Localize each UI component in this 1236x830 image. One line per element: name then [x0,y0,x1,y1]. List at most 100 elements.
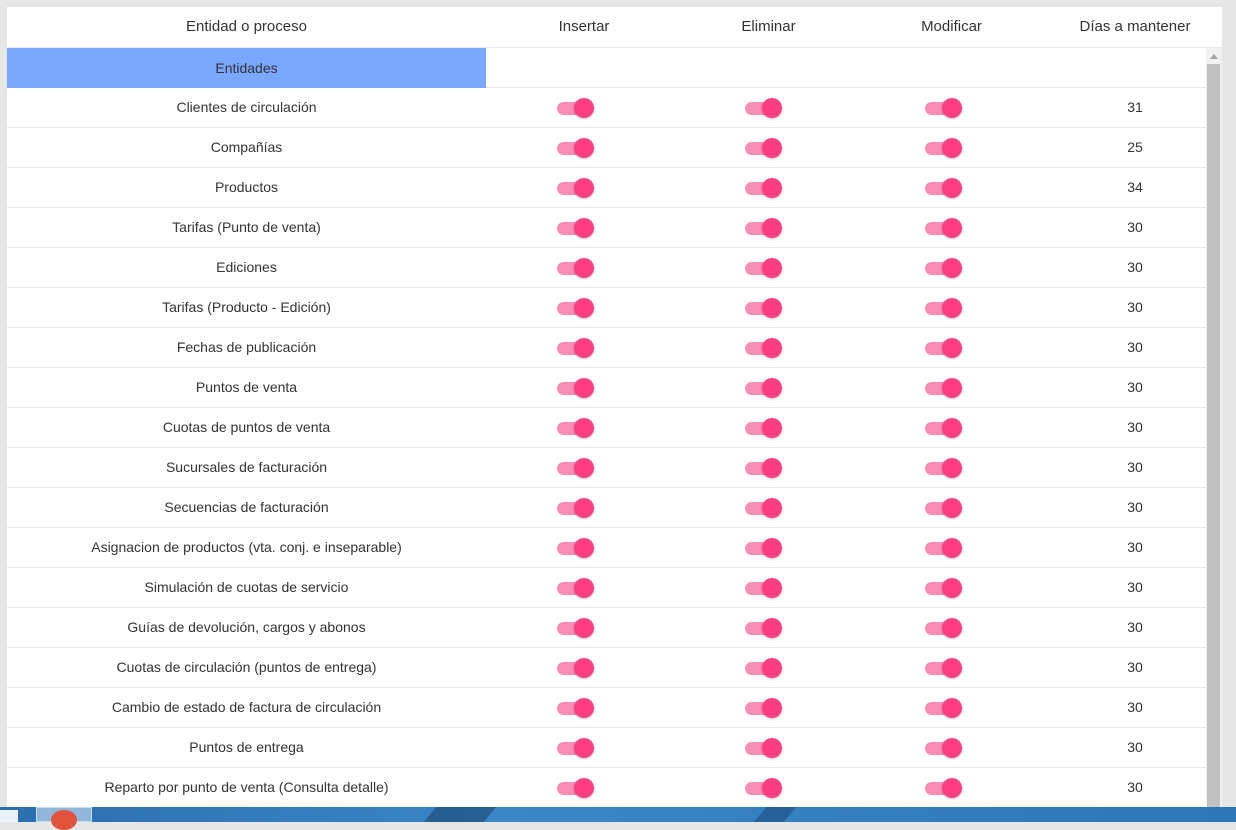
entity-name: Cuotas de puntos de venta [162,419,331,435]
insert-toggle[interactable] [557,456,595,478]
days-value[interactable]: 30 [1048,688,1206,727]
insert-toggle[interactable] [557,296,595,318]
modify-toggle[interactable] [925,736,963,758]
delete-toggle[interactable] [745,496,783,518]
delete-toggle[interactable] [745,96,783,118]
delete-toggle[interactable] [745,256,783,278]
delete-toggle[interactable] [745,296,783,318]
delete-toggle[interactable] [745,416,783,438]
days-value[interactable]: 30 [1048,608,1206,647]
delete-toggle[interactable] [745,696,783,718]
delete-toggle[interactable] [745,576,783,598]
toggle-knob [942,338,962,358]
days-value[interactable]: 30 [1048,368,1206,407]
days-value[interactable]: 25 [1048,128,1206,167]
days-value[interactable]: 30 [1048,528,1206,567]
days-value[interactable]: 34 [1048,168,1206,207]
delete-toggle[interactable] [745,456,783,478]
toggle-knob [942,218,962,238]
modify-cell [855,488,1048,527]
entity-name: Ediciones [216,259,277,275]
delete-toggle[interactable] [745,136,783,158]
delete-toggle[interactable] [745,216,783,238]
entity-name: Productos [214,179,279,195]
modify-toggle[interactable] [925,536,963,558]
modify-toggle[interactable] [925,216,963,238]
delete-toggle[interactable] [745,376,783,398]
table-row: Guías de devolución, cargos y abonos 30 [7,608,1206,648]
modify-cell [855,648,1048,687]
delete-cell [682,288,855,327]
table-row: Sucursales de facturación 30 [7,448,1206,488]
vertical-scrollbar[interactable] [1206,48,1222,807]
days-value[interactable]: 30 [1048,768,1206,807]
modify-toggle[interactable] [925,136,963,158]
delete-toggle[interactable] [745,176,783,198]
delete-toggle[interactable] [745,336,783,358]
delete-cell [682,328,855,367]
insert-toggle[interactable] [557,376,595,398]
modify-toggle[interactable] [925,456,963,478]
days-value[interactable]: 30 [1048,248,1206,287]
days-value[interactable]: 30 [1048,208,1206,247]
modify-toggle[interactable] [925,256,963,278]
days-value[interactable]: 30 [1048,568,1206,607]
delete-cell [682,728,855,767]
days-value[interactable]: 30 [1048,648,1206,687]
insert-toggle[interactable] [557,536,595,558]
insert-toggle[interactable] [557,256,595,278]
insert-toggle[interactable] [557,656,595,678]
days-value[interactable]: 30 [1048,488,1206,527]
start-button[interactable] [0,810,18,822]
modify-toggle[interactable] [925,336,963,358]
toggle-knob [574,778,594,798]
insert-toggle[interactable] [557,616,595,638]
modify-toggle[interactable] [925,416,963,438]
modify-toggle[interactable] [925,496,963,518]
days-value[interactable]: 30 [1048,408,1206,447]
days-value[interactable]: 31 [1048,88,1206,127]
modify-toggle[interactable] [925,576,963,598]
insert-toggle[interactable] [557,776,595,798]
insert-cell [486,648,682,687]
modify-toggle[interactable] [925,696,963,718]
delete-toggle[interactable] [745,736,783,758]
insert-cell [486,328,682,367]
delete-toggle[interactable] [745,616,783,638]
toggle-knob [762,298,782,318]
insert-toggle[interactable] [557,96,595,118]
insert-toggle[interactable] [557,216,595,238]
insert-toggle[interactable] [557,416,595,438]
modify-toggle[interactable] [925,656,963,678]
delete-toggle[interactable] [745,776,783,798]
insert-toggle[interactable] [557,576,595,598]
toggle-knob [762,738,782,758]
chevron-up-icon[interactable] [1206,48,1222,64]
scrollbar-thumb[interactable] [1207,64,1220,807]
insert-toggle[interactable] [557,696,595,718]
days-value[interactable]: 30 [1048,288,1206,327]
insert-toggle[interactable] [557,336,595,358]
toggle-knob [574,418,594,438]
insert-toggle[interactable] [557,736,595,758]
insert-cell [486,728,682,767]
days-value[interactable]: 30 [1048,448,1206,487]
modify-toggle[interactable] [925,96,963,118]
modify-toggle[interactable] [925,296,963,318]
insert-toggle[interactable] [557,496,595,518]
modify-toggle[interactable] [925,776,963,798]
insert-toggle[interactable] [557,136,595,158]
modify-toggle[interactable] [925,376,963,398]
insert-toggle[interactable] [557,176,595,198]
delete-toggle[interactable] [745,536,783,558]
modify-cell [855,728,1048,767]
days-value[interactable]: 30 [1048,328,1206,367]
table-row: Simulación de cuotas de servicio 30 [7,568,1206,608]
modify-toggle[interactable] [925,616,963,638]
days-value[interactable]: 30 [1048,728,1206,767]
taskbar-app-button[interactable] [36,807,92,830]
delete-toggle[interactable] [745,656,783,678]
entity-name: Fechas de publicación [176,339,317,355]
table-row: Ediciones 30 [7,248,1206,288]
modify-toggle[interactable] [925,176,963,198]
